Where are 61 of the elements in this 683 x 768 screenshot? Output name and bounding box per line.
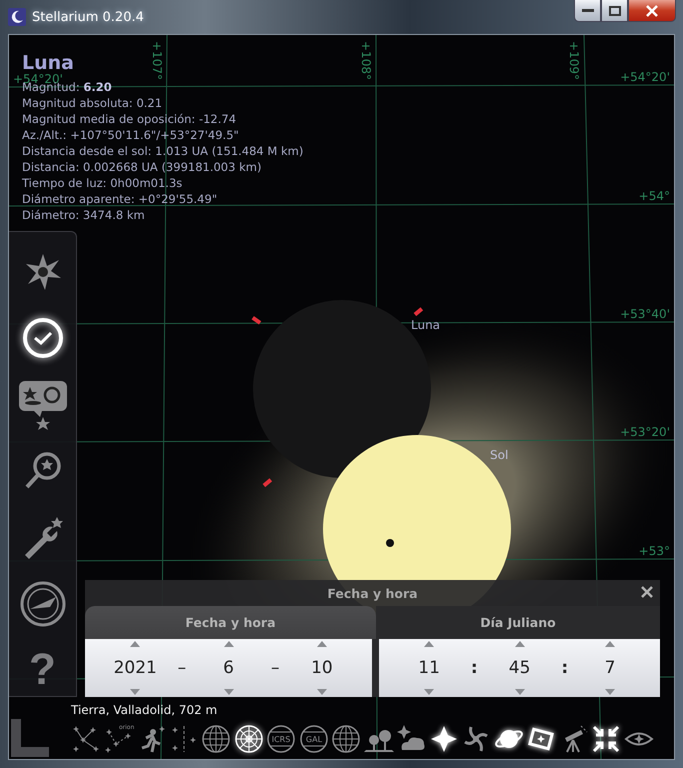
maximize-icon (608, 6, 620, 16)
up-arrow-icon[interactable] (605, 641, 616, 647)
info-line: Diámetro: 3474.8 km (22, 207, 145, 223)
spin-value[interactable]: 10 (311, 658, 333, 678)
sky-objects-icon (18, 378, 68, 431)
sky-object-label: Luna (411, 318, 440, 332)
info-line: Az./Alt.: +107°50'11.6"/+53°27'49.5" (22, 127, 239, 143)
separator: : (470, 658, 478, 678)
help-icon: ? (29, 644, 56, 695)
spin-value[interactable]: 7 (604, 658, 616, 678)
star-icon (428, 724, 459, 754)
grid-label: +108° (359, 41, 373, 80)
separator: – (270, 658, 280, 678)
maximize-button[interactable] (601, 0, 628, 22)
object-name: Luna (22, 53, 74, 73)
up-arrow-icon[interactable] (316, 641, 327, 647)
grid-label: +53°40' (620, 307, 670, 321)
tab[interactable]: Fecha y hora (85, 606, 376, 639)
up-arrow-icon[interactable] (224, 641, 234, 647)
close-button[interactable] (628, 0, 676, 22)
spin-value[interactable]: 45 (508, 658, 530, 678)
grid-label: +53° (638, 544, 670, 558)
window-title: Stellarium 0.20.4 (32, 10, 144, 24)
close-icon (640, 584, 654, 598)
info-line: Magnitud media de oposición: -12.74 (22, 111, 236, 127)
grid-label: +109° (567, 41, 581, 80)
info-line: Diámetro aparente: +0°29'55.49" (22, 191, 218, 207)
spin-value[interactable]: 6 (223, 658, 234, 678)
dial-icon (20, 580, 66, 627)
spin-value[interactable]: 2021 (114, 658, 157, 678)
location-text: Tierra, Valladolid, 702 m (71, 702, 218, 718)
info-line: Distancia desde el sol: 1.013 UA (151.484 M km) (22, 143, 304, 159)
minimize-icon (582, 8, 594, 12)
grid-label: +54°20' (620, 70, 670, 84)
separator: : (561, 658, 568, 678)
up-arrow-icon[interactable] (424, 641, 434, 647)
globe-grid-icon (234, 724, 264, 754)
star-lines-icon (71, 724, 102, 754)
spin-value[interactable]: 11 (418, 658, 440, 678)
globe-grid-icon (201, 724, 232, 754)
search-icon (22, 450, 62, 491)
separator: – (178, 658, 186, 678)
close-icon (646, 4, 658, 16)
sky-object-label: Sol (490, 448, 508, 462)
info-line: Magnitud absoluta: 0.21 (22, 95, 162, 111)
globe-grid-icon (331, 724, 362, 754)
clock-icon (22, 317, 64, 360)
info-line: Distancia: 0.002668 UA (399181.003 km) (22, 159, 262, 175)
up-arrow-icon[interactable] (130, 641, 140, 647)
grid-label: +53°20' (620, 425, 670, 439)
minimize-button[interactable] (574, 0, 601, 22)
info-line: Tiempo de luz: 0h00m01.3s (22, 175, 182, 191)
sunspot (386, 539, 394, 547)
dialog-title: Fecha y hora (327, 586, 418, 600)
app-logo-icon (8, 8, 26, 26)
tab[interactable]: Día Juliano (376, 606, 660, 639)
grid-label: +54° (638, 189, 670, 203)
sidebar-button[interactable]: ? (14, 644, 70, 696)
up-arrow-icon[interactable] (514, 641, 525, 647)
grid-label: +107° (150, 41, 164, 80)
arrows-inward-icon (591, 724, 622, 754)
